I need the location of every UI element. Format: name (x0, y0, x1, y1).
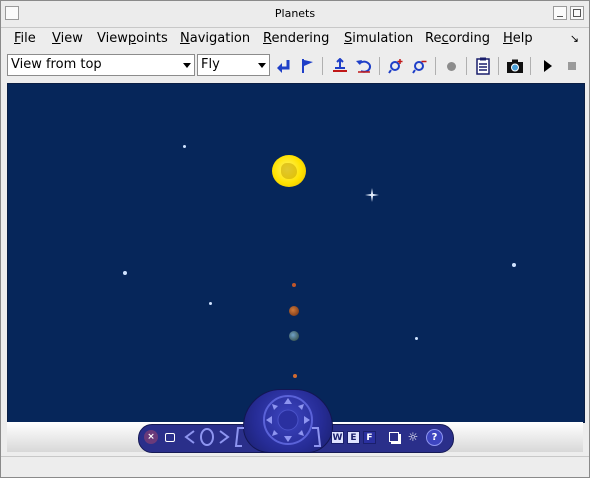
menu-bar: File View Viewpoints Navigation Renderin… (1, 28, 589, 51)
zoom-out-icon[interactable] (409, 55, 431, 77)
toolbar-separator (435, 57, 436, 75)
title-bar: Planets (1, 1, 589, 28)
zoom-in-icon[interactable] (385, 55, 407, 77)
flag-icon[interactable] (296, 55, 318, 77)
status-bar (1, 456, 589, 478)
chevron-left-icon[interactable] (183, 430, 197, 444)
toolbar-separator (379, 57, 380, 75)
toolbar-separator (466, 57, 467, 75)
scene-viewport[interactable] (7, 83, 585, 423)
light-icon[interactable]: ☼ (406, 430, 420, 444)
toolbar: View from top Fly (1, 52, 589, 80)
navigation-mode-value: Fly (201, 57, 220, 72)
maximize-button[interactable] (570, 6, 584, 20)
star (183, 145, 186, 148)
chevron-right-icon[interactable] (217, 430, 231, 444)
bright-star (365, 188, 379, 202)
close-icon[interactable]: × (144, 430, 158, 444)
list-icon[interactable] (472, 55, 494, 77)
toolbar-separator (498, 57, 499, 75)
record-dot-icon[interactable] (440, 55, 462, 77)
menu-simulation[interactable]: Simulation (344, 31, 413, 46)
orbit-icon[interactable] (199, 428, 215, 446)
menu-recording[interactable]: Recording (425, 31, 490, 46)
viewpoint-icon[interactable] (329, 55, 351, 77)
application-window: Planets File View Viewpoints Navigation … (0, 0, 590, 478)
restore-icon[interactable] (163, 430, 177, 444)
chevron-down-icon (183, 63, 191, 68)
viewpoint-select-value: View from top (11, 57, 102, 72)
star (415, 337, 418, 340)
play-icon[interactable] (537, 55, 559, 77)
menu-view[interactable]: View (52, 31, 83, 46)
examine-button[interactable]: E (347, 431, 360, 444)
star (123, 271, 127, 275)
window-title: Planets (274, 7, 316, 20)
help-button[interactable]: ? (426, 429, 443, 446)
toolbar-separator (530, 57, 531, 75)
detach-arrow-icon[interactable]: ↘ (570, 32, 579, 45)
fly-button[interactable]: F (363, 431, 376, 444)
camera-icon[interactable] (504, 55, 526, 77)
minimize-button[interactable] (553, 6, 567, 20)
planet-mercury[interactable] (292, 283, 296, 287)
viewpoint-select[interactable]: View from top (7, 54, 195, 76)
bracket-left-icon (233, 427, 247, 447)
navigation-mode-select[interactable]: Fly (197, 54, 270, 76)
planet-earth[interactable] (289, 331, 299, 341)
chevron-down-icon (258, 63, 266, 68)
fit-view-icon[interactable] (387, 430, 401, 444)
star (512, 263, 516, 267)
menu-rendering[interactable]: Rendering (263, 31, 329, 46)
planet-venus[interactable] (289, 306, 299, 316)
reset-icon[interactable] (353, 55, 375, 77)
bracket-right-icon (309, 427, 323, 447)
menu-file[interactable]: File (14, 31, 36, 46)
walk-button[interactable]: W (331, 431, 344, 444)
menu-viewpoints[interactable]: Viewpoints (97, 31, 168, 46)
star (209, 302, 212, 305)
sun-surface-detail (281, 163, 297, 179)
menu-navigation[interactable]: Navigation (180, 31, 250, 46)
toolbar-separator (322, 57, 323, 75)
planet-mars[interactable] (293, 374, 297, 378)
back-arrow-icon[interactable] (273, 55, 295, 77)
menu-help[interactable]: Help (503, 31, 533, 46)
stop-icon[interactable] (561, 55, 583, 77)
